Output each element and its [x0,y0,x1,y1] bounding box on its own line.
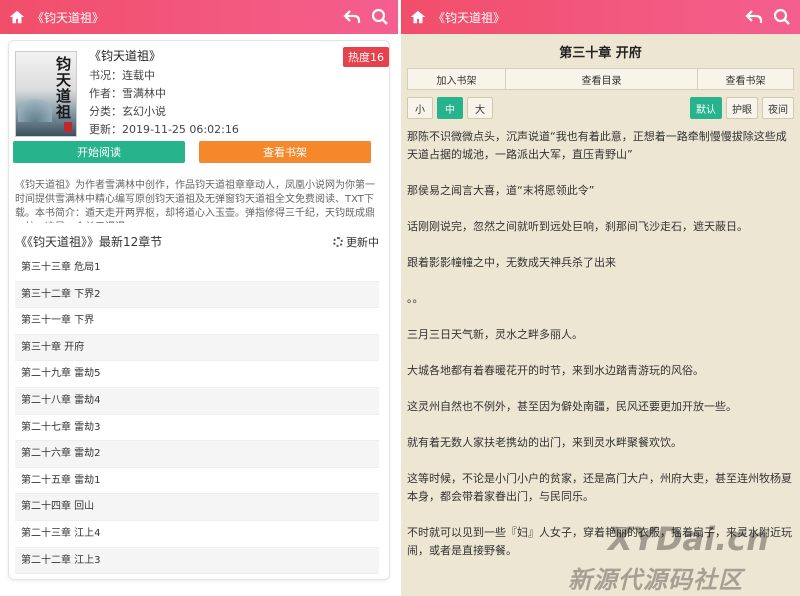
content-paragraph: 就有着无数人家扶老携幼的出门，来到灵水畔聚餐欢饮。 [407,436,682,449]
cover-seal [64,122,72,132]
cover-art [18,92,52,122]
book-detail-panel: 《钧天道祖》 钧天道祖 《钧天道祖》 书况：连载中 作者：雪满林中 分类：玄幻小… [0,0,398,596]
reader-toolbar: 加入书架 查看目录 查看书架 [407,68,794,90]
view-shelf-button[interactable]: 查看书架 [698,69,793,89]
content-paragraph: 话刚刚说完，忽然之间就听到远处巨响，刹那间飞沙走石，遮天蔽日。 [407,220,748,233]
search-icon[interactable] [772,7,792,27]
chapter-list-item[interactable]: 第二十九章 雷劫5 [15,361,379,388]
theme-button[interactable]: 护眼 [726,97,758,119]
content-paragraph: 这灵州自然也不例外，甚至因为僻处南疆，民风还要更加开放一些。 [407,400,737,413]
book-author: 作者：雪满林中 [89,87,166,100]
theme-selector: 默认 护眼 夜间 [686,97,794,119]
hot-badge: 热度16 [343,47,389,67]
content-paragraph: 不时就可以见到一些『妇』人女子，穿着艳丽的衣服，摇着扇子，来灵水附近玩闹，或者是… [407,526,792,557]
add-to-shelf-button[interactable]: 加入书架 [408,69,506,89]
search-icon[interactable] [370,7,390,27]
reader-panel: 《钧天道祖》 第三十章 开府 加入书架 查看目录 查看书架 小中大 默认 护眼 夜间… [401,0,800,596]
font-size-button[interactable]: 中 [437,97,463,119]
content-paragraph: 跟着影影幢幢之中，无数成天神兵杀了出来 [407,256,616,269]
book-intro: 《钧天道祖》为作者雪满林中创作，作品钧天道祖章章动人，凤凰小说网为你第一时间提供… [15,180,375,223]
cover-title: 钧天道祖 [56,55,72,121]
chapter-list-item[interactable]: 第三十一章 下界 [15,308,379,335]
left-header: 《钧天道祖》 [0,0,398,34]
book-updated: 更新：2019-11-25 06:02:16 [89,123,239,136]
home-icon[interactable] [409,8,427,26]
chapter-list-item[interactable]: 第二十四章 回山 [15,494,379,521]
updating-label: 更新中 [346,235,379,249]
book-card: 钧天道祖 《钧天道祖》 书况：连载中 作者：雪满林中 分类：玄幻小说 更新：20… [8,40,390,580]
font-size-button[interactable]: 大 [467,97,493,119]
chapter-list-item[interactable]: 第二十三章 江上4 [15,521,379,548]
back-icon[interactable] [342,7,362,27]
book-cover[interactable]: 钧天道祖 [15,51,77,137]
content-paragraph: 三月三日天气新，灵水之畔多丽人。 [407,328,583,341]
home-icon[interactable] [8,8,26,26]
chapter-title: 第三十章 开府 [559,46,642,61]
view-catalog-button[interactable]: 查看目录 [506,69,698,89]
start-reading-button[interactable]: 开始阅读 [13,141,185,163]
content-paragraph: 大城各地都有着春暖花开的时节，来到水边踏青游玩的风俗。 [407,364,704,377]
chapter-list-item[interactable]: 第二十七章 雷劫3 [15,415,379,442]
content-paragraph: 那陈不识微微点头，沉声说道“我也有着此意，正想着一路牵制慢慢拔除这些成天道占据的… [407,130,787,161]
book-name: 《钧天道祖》 [89,49,162,63]
right-header: 《钧天道祖》 [401,0,800,34]
book-category: 分类：玄幻小说 [89,105,166,118]
book-info: 《钧天道祖》 书况：连载中 作者：雪满林中 分类：玄幻小说 更新：2019-11… [89,47,239,139]
action-buttons: 开始阅读 查看书架 [13,141,371,163]
loading-icon [333,236,343,247]
font-size-button[interactable]: 小 [407,97,433,119]
updating-status: 更新中 [333,233,379,250]
book-status: 书况：连载中 [89,69,155,82]
content-paragraph: 这等时候，不论是小门小户的贫家，还是高门大户，州府大吏，甚至连州牧杨夏本身，都会… [407,472,792,503]
content-paragraph: 那侯易之闻言大喜，道“末将愿领此令” [407,184,595,197]
view-shelf-button[interactable]: 查看书架 [199,141,371,163]
chapter-list-item[interactable]: 第三十三章 危局1 [15,255,379,282]
header-title: 《钧天道祖》 [32,10,105,25]
chapter-list-item[interactable]: 第三十二章 下界2 [15,281,379,309]
chapter-list-item[interactable]: 第二十八章 雷劫4 [15,387,379,415]
theme-button[interactable]: 夜间 [762,97,794,119]
latest-heading: 《《钧天道祖》》最新12章节 [15,235,163,249]
chapter-list-item[interactable]: 第三十章 开府 [15,334,379,362]
font-size-selector: 小中大 [407,97,497,119]
chapter-list-item[interactable]: 第二十六章 雷劫2 [15,441,379,468]
chapter-list: 第三十三章 危局1 第三十二章 下界2 第三十一章 下界 第三十章 开府 第二十九章 雷… [15,255,379,575]
latest-chapters-header: 《《钧天道祖》》最新12章节 更新中 [15,233,379,250]
back-icon[interactable] [744,7,764,27]
theme-button[interactable]: 默认 [690,97,722,119]
chapter-list-item[interactable]: 第二十二章 江上3 [15,547,379,575]
content-paragraph: 。。 [407,292,424,305]
header-title: 《钧天道祖》 [433,10,506,25]
chapter-list-item[interactable]: 第二十五章 雷劫1 [15,468,379,495]
chapter-content: 那陈不识微微点头，沉声说道“我也有着此意，正想着一路牵制慢慢拔除这些成天道占据的… [407,128,793,578]
